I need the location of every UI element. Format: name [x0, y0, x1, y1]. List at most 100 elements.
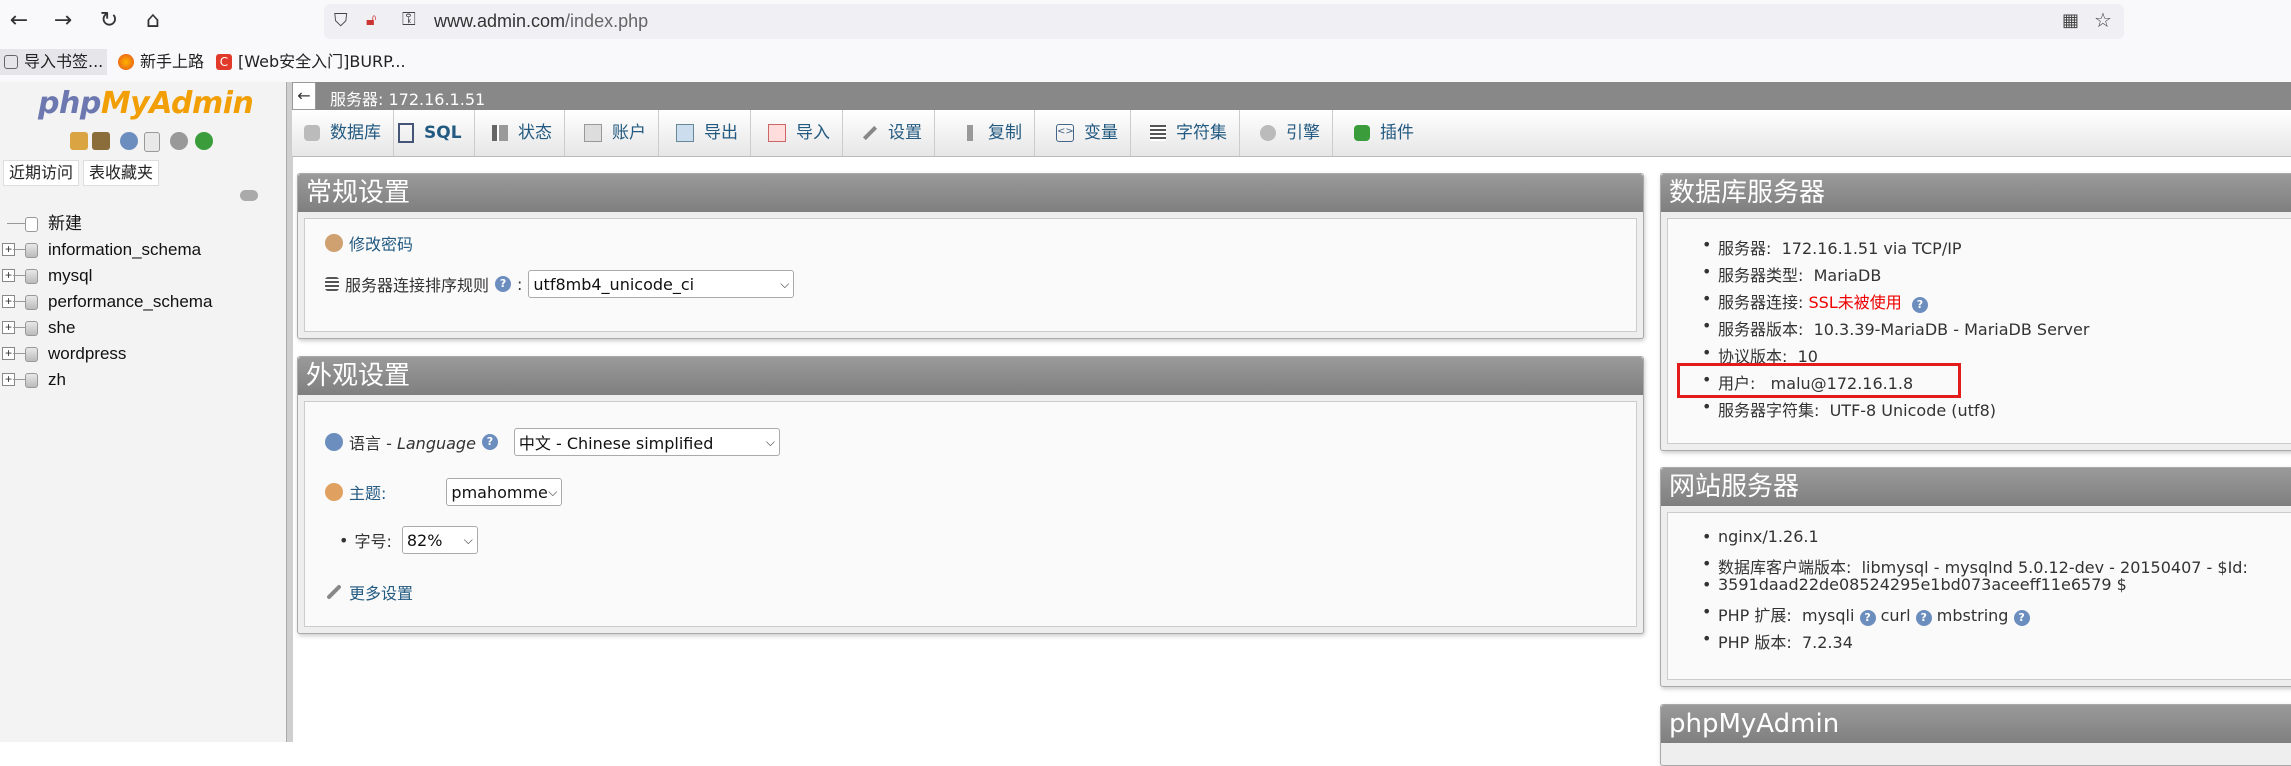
tree-item-wordpress[interactable]: + wordpress	[0, 342, 280, 366]
address-bar[interactable]: ⛉ 🔓︎ ⚿ www.admin.com/index.php ▦ ☆	[324, 4, 2124, 39]
tree-connector	[7, 223, 25, 224]
help-icon[interactable]: ?	[495, 276, 512, 292]
tree-connector	[13, 301, 25, 302]
change-password-link[interactable]: 修改密码	[349, 231, 413, 255]
language-select[interactable]: 中文 - Chinese simplified ⌵	[513, 428, 780, 456]
tab-settings[interactable]: 设置	[850, 110, 935, 156]
more-settings-row: 更多设置	[325, 580, 413, 604]
bookmark-star-icon[interactable]: ☆	[2094, 8, 2112, 32]
collation-select[interactable]: utf8mb4_unicode_ci ⌵	[528, 270, 795, 298]
link-collapse-icon[interactable]	[240, 190, 258, 201]
tab-label: 设置	[888, 123, 922, 143]
tree-connector	[13, 275, 25, 276]
logout-icon[interactable]	[92, 132, 110, 150]
more-settings-link[interactable]: 更多设置	[349, 580, 413, 604]
tab-import[interactable]: 导入	[756, 110, 843, 156]
theme-select[interactable]: pmahomme ⌵	[446, 478, 563, 506]
new-db-icon	[25, 217, 38, 232]
chevron-down-icon: ⌵	[780, 276, 790, 291]
database-icon	[25, 321, 38, 336]
general-settings-panel: 常规设置 修改密码 服务器连接排序规则 ? : utf8mb4_unicode_…	[297, 173, 1644, 339]
tab-label: SQL	[424, 123, 462, 143]
tab-charsets[interactable]: 字符集	[1138, 110, 1240, 156]
collation-icon	[325, 277, 339, 291]
database-icon	[304, 125, 320, 141]
tree-item-mysql[interactable]: + mysql	[0, 264, 280, 288]
tab-status[interactable]: 状态	[480, 110, 565, 156]
key-icon[interactable]: ⚿	[402, 9, 416, 30]
tree-item-zh[interactable]: + zh	[0, 368, 280, 392]
docs-icon[interactable]	[144, 132, 160, 152]
logo-myadmin: MyAdmin	[100, 86, 254, 121]
home-icon[interactable]	[70, 132, 88, 150]
bookmark-web-security[interactable]: C [Web安全入门]BURP...	[212, 49, 410, 75]
tree-connector	[13, 327, 25, 328]
phpmyadmin-logo[interactable]: phpMyAdmin	[38, 86, 254, 121]
fontsize-row: • 字号: 82% ⌵	[339, 526, 478, 554]
tree-label: 新建	[48, 214, 82, 233]
tree-item-information_schema[interactable]: + information_schema	[0, 238, 280, 262]
qr-code-icon[interactable]: ▦	[2062, 10, 2079, 31]
navigation-panel: phpMyAdmin 近期访问 表收藏夹 新建 + information_sc…	[0, 82, 291, 742]
favorite-tables-button[interactable]: 表收藏夹	[83, 160, 160, 186]
ssl-status: SSL未被使用	[1808, 293, 1902, 312]
help-icon[interactable]: ?	[2013, 610, 2030, 626]
appearance-settings-panel: 外观设置 语言 - Language ? 中文 - Chinese simpli…	[297, 356, 1644, 634]
tree-new-database[interactable]: 新建	[0, 212, 280, 236]
help-icon[interactable]: ?	[1911, 297, 1928, 313]
home-icon[interactable]: ⌂	[138, 6, 168, 36]
database-icon	[25, 269, 38, 284]
bookmarks-bar: 导入书签... 新手上路 C [Web安全入门]BURP...	[0, 42, 2291, 83]
item-label: 服务器类型:	[1718, 266, 1804, 285]
server-version-item: 服务器版本: 10.3.39-MariaDB - MariaDB Server	[1702, 316, 2089, 340]
puzzle-icon	[1354, 125, 1370, 141]
fontsize-select[interactable]: 82% ⌵	[401, 526, 478, 554]
theme-link[interactable]: 主题:	[349, 480, 386, 504]
database-icon	[25, 295, 38, 310]
tab-variables[interactable]: <> 变量	[1044, 110, 1131, 156]
panel-body: nginx/1.26.1 数据库客户端版本: libmysql - mysqln…	[1667, 512, 2291, 680]
refresh-icon[interactable]	[195, 132, 213, 150]
reload-icon[interactable]: ↻	[94, 6, 124, 36]
c-logo-icon: C	[216, 54, 232, 70]
tab-export[interactable]: 导出	[664, 110, 751, 156]
import-icon	[4, 55, 18, 69]
tab-engines[interactable]: 引擎	[1248, 110, 1333, 156]
tab-databases[interactable]: 数据库	[292, 110, 394, 156]
item-label: PHP 扩展:	[1718, 606, 1792, 625]
panel-title: 网站服务器	[1661, 468, 2291, 506]
recent-tables-button[interactable]: 近期访问	[3, 160, 80, 186]
tab-label: 字符集	[1176, 123, 1227, 143]
tab-accounts[interactable]: 账户	[572, 110, 659, 156]
server-info-item: 服务器: 172.16.1.51 via TCP/IP	[1702, 235, 1962, 259]
server-breadcrumb[interactable]: 服务器: 172.16.1.51	[330, 86, 485, 110]
tree-item-she[interactable]: + she	[0, 316, 280, 340]
main-tabs: 数据库 SQL 状态 账户 导出 导入 设置 复制 <> 变量 字符集 引擎 插件	[292, 110, 2291, 157]
tab-label: 账户	[612, 123, 646, 143]
fontsize-label: 字号:	[354, 532, 392, 551]
server-charset-item: 服务器字符集: UTF-8 Unicode (utf8)	[1702, 397, 1996, 421]
panel-splitter[interactable]	[286, 82, 293, 742]
panel-title: 外观设置	[298, 357, 1643, 395]
wrench-icon	[326, 584, 342, 600]
bookmark-getting-started[interactable]: 新手上路	[114, 49, 208, 75]
bookmark-import[interactable]: 导入书签...	[0, 49, 108, 75]
tab-replication[interactable]: 复制	[950, 110, 1035, 156]
gear-icon[interactable]	[170, 132, 188, 150]
url-text[interactable]: www.admin.com/index.php	[434, 11, 648, 32]
tab-sql[interactable]: SQL	[386, 110, 475, 156]
tree-item-performance_schema[interactable]: + performance_schema	[0, 290, 280, 314]
back-icon[interactable]: ←	[4, 6, 34, 36]
forward-icon[interactable]: →	[48, 6, 78, 36]
tab-label: 导入	[796, 123, 830, 143]
tab-plugins[interactable]: 插件	[1342, 110, 1426, 156]
collapse-nav-icon[interactable]: ←	[292, 82, 316, 110]
insecure-lock-icon[interactable]: 🔓︎	[366, 10, 376, 30]
help-icon[interactable]: ?	[1859, 610, 1876, 626]
help-icon[interactable]	[120, 132, 138, 150]
shield-icon[interactable]: ⛉	[334, 10, 348, 31]
panel-title: 常规设置	[298, 174, 1643, 212]
help-icon[interactable]: ?	[1915, 610, 1932, 626]
help-icon[interactable]: ?	[481, 434, 498, 450]
bookmark-label: [Web安全入门]BURP...	[238, 52, 406, 71]
